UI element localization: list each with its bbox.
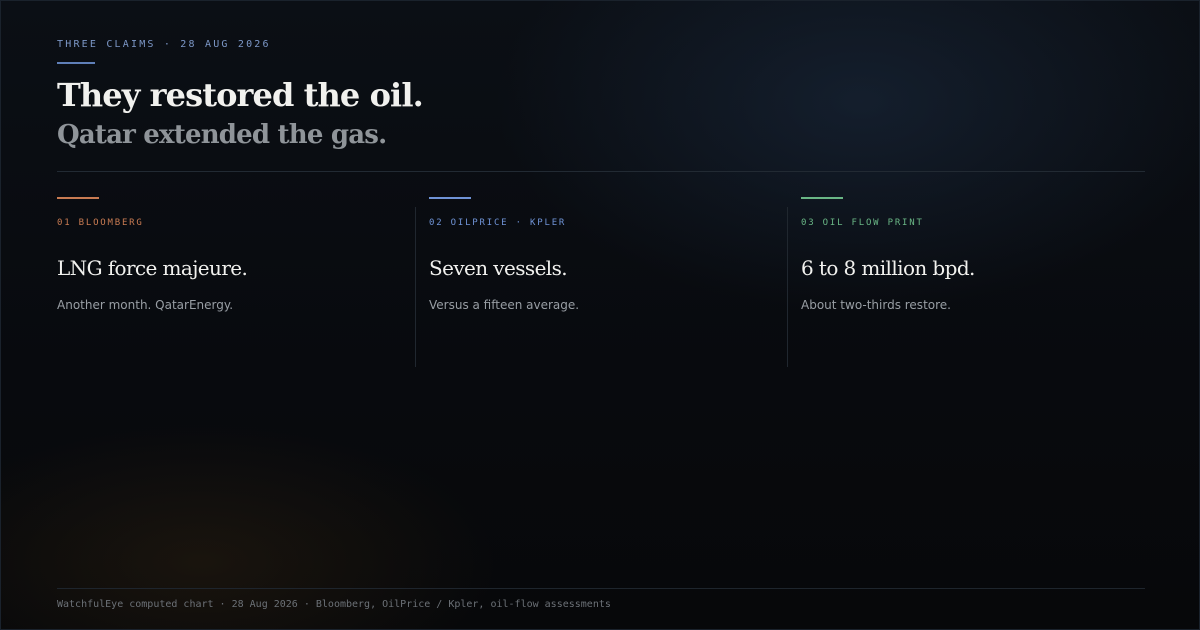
- claim-body-3: About two-thirds restore.: [801, 298, 951, 312]
- claim-accent-1: [57, 197, 99, 199]
- claim-card-3: 03 OIL FLOW PRINT 6 to 8 million bpd. Ab…: [787, 197, 1159, 369]
- hero-divider: [57, 171, 1145, 172]
- footer-divider: [57, 588, 1145, 589]
- claim-body-2: Versus a fifteen average.: [429, 298, 580, 312]
- claim-accent-2: [429, 197, 471, 199]
- kicker-label: THREE CLAIMS · 28 AUG 2026: [57, 39, 271, 50]
- claim-source-2: 02 OILPRICE · KPLER: [429, 218, 567, 228]
- claim-accent-3: [801, 197, 843, 199]
- share-card: THREE CLAIMS · 28 AUG 2026 They restored…: [0, 0, 1200, 630]
- claim-source-1: 01 BLOOMBERG: [57, 218, 144, 228]
- claim-body-1: Another month. QatarEnergy.: [57, 298, 234, 312]
- kicker-rule: [57, 62, 95, 64]
- claim-card-2: 02 OILPRICE · KPLER Seven vessels. Versu…: [415, 197, 787, 369]
- claim-title-1: LNG force majeure.: [57, 256, 248, 280]
- claim-card-1: 01 BLOOMBERG LNG force majeure. Another …: [57, 197, 415, 369]
- claim-title-3: 6 to 8 million bpd.: [801, 256, 975, 280]
- claims-row: 01 BLOOMBERG LNG force majeure. Another …: [57, 197, 1173, 369]
- claim-title-2: Seven vessels.: [429, 256, 568, 280]
- headline: They restored the oil.: [57, 76, 424, 114]
- claim-source-3: 03 OIL FLOW PRINT: [801, 218, 924, 228]
- subheadline: Qatar extended the gas.: [57, 120, 387, 150]
- footer-credit: WatchfulEye computed chart · 28 Aug 2026…: [57, 599, 611, 610]
